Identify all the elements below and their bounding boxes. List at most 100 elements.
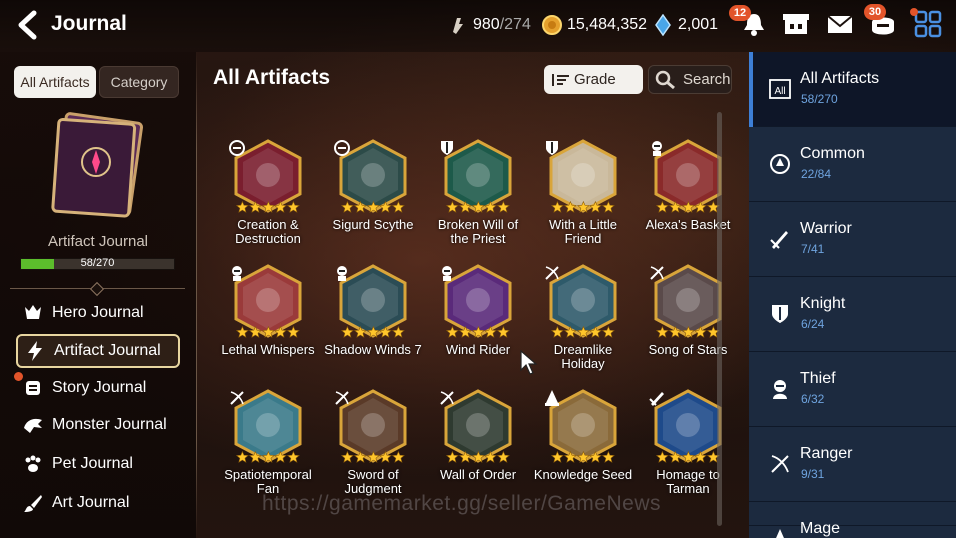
star-rating	[341, 326, 405, 338]
star-icon	[446, 326, 459, 338]
star-icon	[341, 201, 354, 213]
star-icon	[287, 201, 300, 213]
star-icon	[602, 451, 615, 463]
category-tab-ranger[interactable]: Ranger 9/31	[749, 427, 956, 502]
star-icon	[694, 326, 708, 338]
common-class-icon	[229, 140, 245, 156]
artifacts-heading: All Artifacts	[213, 66, 331, 89]
category-tab-knight[interactable]: Knight 6/24	[749, 277, 956, 352]
tab-category[interactable]: Category	[99, 66, 179, 98]
category-count: 58/270	[801, 92, 838, 106]
star-icon	[471, 451, 485, 463]
monster-icon	[24, 418, 42, 433]
star-icon	[484, 451, 498, 463]
svg-text:All: All	[774, 86, 785, 97]
category-tab-all-artifacts[interactable]: All All Artifacts 58/270	[749, 52, 956, 127]
artifact-card[interactable]: Wind Rider	[428, 264, 528, 388]
artifact-name: Wind Rider	[445, 342, 511, 357]
nav-hero-journal[interactable]: Hero Journal	[16, 296, 180, 330]
star-icon	[248, 451, 262, 463]
star-icon	[681, 326, 695, 338]
artifact-journal-label: Artifact Journal	[47, 233, 149, 250]
star-icon	[353, 451, 367, 463]
nav-artifact-journal[interactable]: Artifact Journal	[16, 334, 180, 368]
grade-sort-button[interactable]: Grade	[544, 65, 643, 94]
artifact-name: Wall of Order	[439, 467, 517, 482]
star-icon	[668, 451, 682, 463]
thief-class-icon	[442, 266, 452, 281]
category-tab-warrior[interactable]: Warrior 7/41	[749, 202, 956, 277]
star-icon	[366, 451, 380, 463]
nav-monster-journal[interactable]: Monster Journal	[16, 408, 180, 442]
journal-screen: Journal 980/274 15,484,352 2,001 12 30 A…	[0, 0, 956, 538]
thief-class-icon	[232, 266, 242, 281]
artifact-card[interactable]: Shadow Winds 7	[323, 264, 423, 388]
artifact-card[interactable]: Song of Stars	[638, 264, 738, 388]
star-icon	[341, 451, 354, 463]
star-icon	[563, 451, 577, 463]
grid-scrollbar-thumb[interactable]	[717, 112, 722, 526]
nav-art-journal-label: Art Journal	[52, 494, 130, 511]
star-icon	[694, 201, 708, 213]
search-button[interactable]: Search	[648, 65, 732, 94]
artifact-card[interactable]: Alexa's Basket	[638, 139, 738, 263]
category-label: All Artifacts	[800, 70, 880, 87]
ranger-class-icon	[545, 266, 559, 280]
star-rating	[656, 451, 720, 463]
star-rating	[446, 326, 510, 338]
star-icon	[236, 201, 249, 213]
category-tab-mage[interactable]: Mage	[749, 502, 956, 538]
artifact-name: Knowledge Seed	[533, 467, 633, 482]
collection-progress-bar: 58/270	[20, 257, 175, 270]
artifact-card[interactable]: Dreamlike Holiday	[533, 264, 633, 388]
shop-icon[interactable]	[781, 10, 811, 38]
star-rating	[656, 326, 720, 338]
artifact-card[interactable]: Creation & Destruction	[218, 139, 318, 263]
star-rating	[446, 451, 510, 463]
star-rating	[236, 451, 300, 463]
star-icon	[458, 201, 472, 213]
star-icon	[471, 201, 485, 213]
mail-icon[interactable]	[825, 10, 855, 38]
ranger-class-icon	[440, 391, 454, 405]
star-icon	[589, 326, 603, 338]
nav-story-journal[interactable]: Story Journal	[16, 371, 180, 405]
skystone-value: 2,001	[678, 16, 719, 33]
tab-all-artifacts[interactable]: All Artifacts	[14, 66, 96, 98]
star-icon	[681, 451, 695, 463]
star-icon	[379, 326, 393, 338]
star-icon	[287, 451, 300, 463]
nav-art-journal[interactable]: Art Journal	[16, 486, 180, 520]
nav-monster-journal-label: Monster Journal	[52, 416, 167, 433]
gold-coin-icon	[542, 15, 562, 35]
star-icon	[248, 326, 262, 338]
artifact-card[interactable]: Lethal Whispers	[218, 264, 318, 388]
stamina-counter: 980/274	[447, 14, 531, 36]
menu-grid-icon[interactable]	[913, 10, 943, 38]
star-icon	[366, 201, 380, 213]
category-count: 6/32	[801, 392, 825, 406]
category-tab-common[interactable]: Common 22/84	[749, 127, 956, 202]
grade-sort-label: Grade	[574, 71, 616, 88]
artifact-name: Sigurd Scythe	[332, 217, 414, 232]
knight-icon	[772, 305, 788, 323]
artifact-card[interactable]: Broken Will of the Priest	[428, 139, 528, 263]
ranger-class-icon	[335, 391, 349, 405]
artifact-card[interactable]: Sigurd Scythe	[323, 139, 423, 263]
panel-separator	[196, 52, 197, 538]
category-count: 22/84	[801, 167, 832, 181]
artifact-card[interactable]: With a Little Friend	[533, 139, 633, 263]
category-tab-thief[interactable]: Thief 6/32	[749, 352, 956, 427]
nav-pet-journal[interactable]: Pet Journal	[16, 447, 180, 481]
knight-class-icon	[546, 141, 558, 155]
star-icon	[287, 326, 300, 338]
warrior-class-icon	[649, 392, 664, 406]
sort-icon	[552, 73, 569, 86]
ranger-class-icon	[650, 266, 664, 280]
thief-class-icon	[337, 266, 347, 281]
back-arrow-icon[interactable]	[14, 10, 42, 40]
star-icon	[668, 326, 682, 338]
star-icon	[366, 326, 380, 338]
star-rating	[656, 201, 720, 213]
artifact-name: Song of Stars	[648, 342, 728, 357]
